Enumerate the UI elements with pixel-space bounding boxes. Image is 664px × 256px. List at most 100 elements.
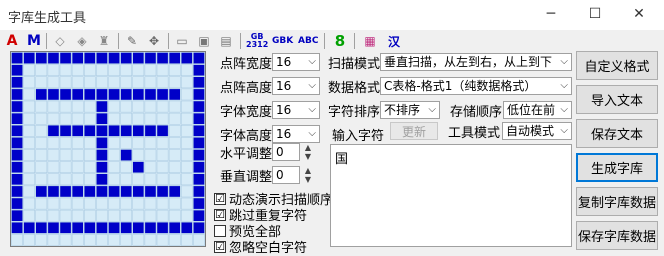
pixel-off[interactable] <box>120 100 132 113</box>
pixel-on[interactable] <box>168 88 181 101</box>
pixel-off[interactable] <box>47 173 60 186</box>
pixel-off[interactable] <box>71 161 84 173</box>
char-order-select[interactable]: 不排序 ⌵ <box>380 101 440 119</box>
pixel-on[interactable] <box>84 185 96 198</box>
pixel-off[interactable] <box>71 209 84 222</box>
pixel-on[interactable] <box>35 185 48 198</box>
pixel-off[interactable] <box>156 161 169 173</box>
pixel-off[interactable] <box>108 112 120 125</box>
pencil-icon[interactable]: ✎ <box>124 32 140 50</box>
pixel-off[interactable] <box>23 173 35 186</box>
pixel-on[interactable] <box>144 185 157 198</box>
pixel-on[interactable] <box>11 88 23 101</box>
custom-format-button[interactable]: 自定义格式 <box>576 51 658 80</box>
digit-eight-icon[interactable]: 8 <box>332 32 348 50</box>
pixel-off[interactable] <box>96 76 108 89</box>
pixel-off[interactable] <box>181 197 193 210</box>
save-as-icon[interactable]: ▤ <box>218 32 234 50</box>
pixel-on[interactable] <box>71 88 84 101</box>
data-format-select[interactable]: C表格-格式1（纯数据格式） ⌵ <box>380 77 572 95</box>
pixel-on[interactable] <box>96 173 108 186</box>
pixel-on[interactable] <box>11 137 23 149</box>
pixel-on[interactable] <box>156 52 169 64</box>
pixel-off[interactable] <box>84 112 96 125</box>
pixel-off[interactable] <box>181 209 193 222</box>
pixel-off[interactable] <box>156 234 169 246</box>
pixel-off[interactable] <box>71 100 84 113</box>
pixel-off[interactable] <box>168 76 181 89</box>
pixel-on[interactable] <box>59 52 72 64</box>
pixel-off[interactable] <box>144 234 157 246</box>
pixel-off[interactable] <box>23 209 35 222</box>
gbk-icon[interactable]: GBK <box>272 32 293 50</box>
pixel-on[interactable] <box>193 161 205 173</box>
pixel-on[interactable] <box>144 125 157 137</box>
pixel-off[interactable] <box>47 100 60 113</box>
pixel-off[interactable] <box>181 137 193 149</box>
pixel-off[interactable] <box>23 88 35 101</box>
pixel-off[interactable] <box>108 76 120 89</box>
scan-mode-select[interactable]: 垂直扫描，从左到右，从上到下 ⌵ <box>380 53 572 71</box>
dot-height-select[interactable]: 16 ⌵ <box>272 77 320 95</box>
pixel-on[interactable] <box>193 137 205 149</box>
pixel-off[interactable] <box>96 64 108 76</box>
pixel-on[interactable] <box>71 125 84 137</box>
pixel-off[interactable] <box>168 137 181 149</box>
pixel-off[interactable] <box>47 161 60 173</box>
abc-icon[interactable]: ABC <box>298 32 318 50</box>
checkbox-box[interactable]: ☑ <box>214 208 226 221</box>
pixel-off[interactable] <box>23 76 35 89</box>
pixel-off[interactable] <box>181 173 193 186</box>
pixel-off[interactable] <box>168 173 181 186</box>
pixel-off[interactable] <box>96 209 108 222</box>
pixel-off[interactable] <box>47 209 60 222</box>
pixel-off[interactable] <box>156 100 169 113</box>
hanzi-icon[interactable]: 汉 <box>386 32 402 50</box>
pixel-off[interactable] <box>59 173 72 186</box>
pixel-on[interactable] <box>193 52 205 64</box>
pixel-off[interactable] <box>47 137 60 149</box>
pixel-off[interactable] <box>168 112 181 125</box>
pixel-on[interactable] <box>96 222 108 234</box>
pixel-off[interactable] <box>84 209 96 222</box>
pixel-off[interactable] <box>84 100 96 113</box>
import-text-button[interactable]: 导入文本 <box>576 85 658 114</box>
pixel-off[interactable] <box>120 137 132 149</box>
pixel-off[interactable] <box>144 137 157 149</box>
pixel-off[interactable] <box>59 100 72 113</box>
pixel-on[interactable] <box>11 209 23 222</box>
pixel-off[interactable] <box>35 234 48 246</box>
save-text-button[interactable]: 保存文本 <box>576 119 658 148</box>
checkbox-ignore-blank[interactable]: ☑ 忽略空白字符 <box>214 237 307 256</box>
h-adjust-spinner[interactable]: ▲ ▼ <box>302 143 314 161</box>
font-m-icon[interactable]: M <box>26 32 42 50</box>
pixel-off[interactable] <box>144 76 157 89</box>
pixel-on[interactable] <box>47 185 60 198</box>
pixel-on[interactable] <box>11 173 23 186</box>
pixel-on[interactable] <box>96 125 108 137</box>
pixel-off[interactable] <box>181 112 193 125</box>
pixel-on[interactable] <box>168 52 181 64</box>
pixel-off[interactable] <box>156 173 169 186</box>
pixel-off[interactable] <box>11 234 23 246</box>
pixel-off[interactable] <box>156 209 169 222</box>
pixel-off[interactable] <box>71 64 84 76</box>
pixel-off[interactable] <box>23 197 35 210</box>
pixel-off[interactable] <box>168 209 181 222</box>
pixel-off[interactable] <box>168 161 181 173</box>
pixel-off[interactable] <box>108 197 120 210</box>
pixel-off[interactable] <box>132 64 145 76</box>
pixel-on[interactable] <box>84 52 96 64</box>
pixel-on[interactable] <box>193 125 205 137</box>
checkbox-box[interactable]: ☑ <box>214 192 226 205</box>
pixel-on[interactable] <box>11 112 23 125</box>
pixel-on[interactable] <box>193 173 205 186</box>
pixel-on[interactable] <box>132 52 145 64</box>
pixel-on[interactable] <box>47 125 60 137</box>
pixel-on[interactable] <box>132 125 145 137</box>
pixel-on[interactable] <box>11 161 23 173</box>
pixel-off[interactable] <box>84 173 96 186</box>
pixel-off[interactable] <box>84 197 96 210</box>
pixel-off[interactable] <box>168 234 181 246</box>
pixel-off[interactable] <box>144 100 157 113</box>
